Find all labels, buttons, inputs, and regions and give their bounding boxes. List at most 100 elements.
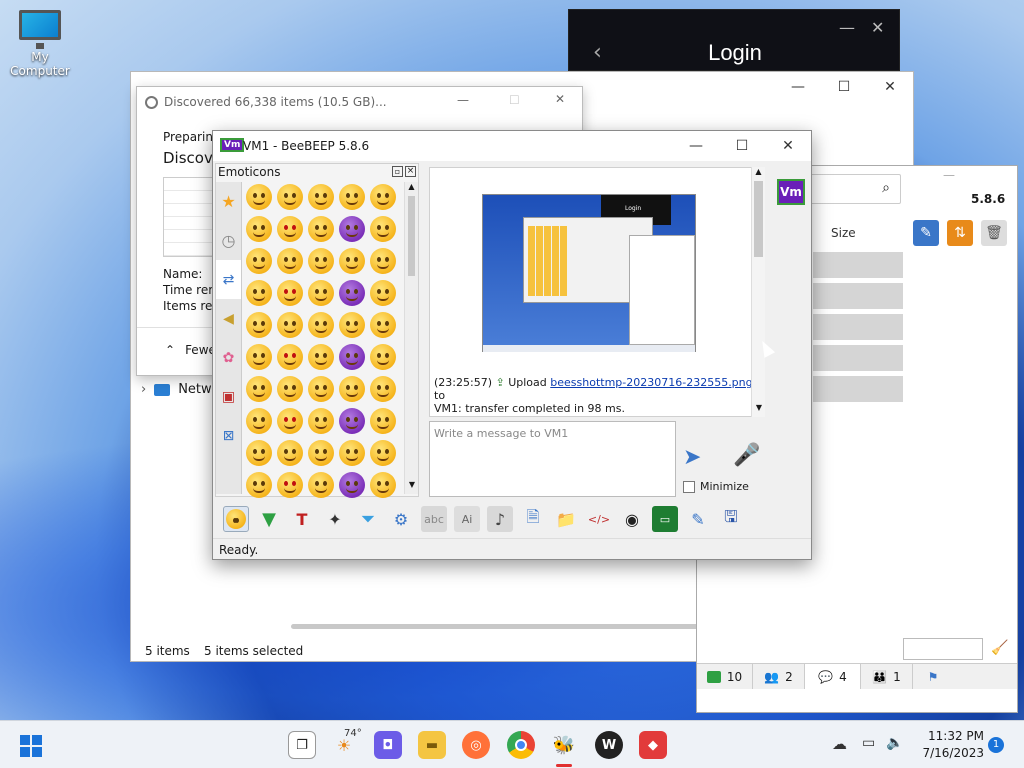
- emoticon-item[interactable]: [339, 472, 365, 498]
- emoticon-item[interactable]: [246, 312, 272, 338]
- clock[interactable]: 11:32 PM 7/16/2023: [920, 729, 984, 760]
- emoticon-item[interactable]: [370, 216, 396, 242]
- emoticon-item[interactable]: [277, 344, 303, 370]
- download-icon[interactable]: ▼: [256, 506, 282, 532]
- emoticon-item[interactable]: [308, 376, 334, 402]
- board-icon[interactable]: ▭: [652, 506, 678, 532]
- list-item[interactable]: [813, 252, 903, 278]
- emoticon-item[interactable]: [246, 248, 272, 274]
- start-button[interactable]: [20, 735, 42, 757]
- message-input[interactable]: Write a message to VM1: [429, 421, 676, 497]
- send-file-icon[interactable]: 🗎: [520, 506, 546, 532]
- emoticon-item[interactable]: [308, 440, 334, 466]
- emoticon-item[interactable]: [370, 344, 396, 370]
- emoticon-item[interactable]: [370, 408, 396, 434]
- emoticon-item[interactable]: [308, 472, 334, 498]
- network-status-icon[interactable]: ☁: [832, 735, 847, 753]
- emoticon-item[interactable]: [339, 248, 365, 274]
- spellcheck-icon[interactable]: abc: [421, 506, 447, 532]
- emoticon-item[interactable]: [246, 376, 272, 402]
- close-button[interactable]: ✕: [867, 72, 913, 102]
- emoticon-item[interactable]: [370, 440, 396, 466]
- send-icon[interactable]: ➤: [683, 445, 717, 473]
- emoticon-item[interactable]: [339, 440, 365, 466]
- save-icon[interactable]: 🖫: [718, 506, 744, 532]
- send-folder-icon[interactable]: 📁: [553, 506, 579, 532]
- microphone-icon[interactable]: 🎤: [733, 443, 760, 473]
- close-panel-button[interactable]: ×: [405, 166, 416, 177]
- objects-category-icon[interactable]: ◀: [216, 299, 241, 338]
- emoticon-item[interactable]: [308, 344, 334, 370]
- search-icon[interactable]: ⌕: [882, 180, 890, 196]
- minimize-button[interactable]: —: [943, 168, 955, 182]
- emoticon-item[interactable]: [246, 440, 272, 466]
- clear-icon[interactable]: 🧹: [991, 640, 1008, 656]
- file-link[interactable]: beesshottmp-20230716-232555.png: [550, 376, 752, 389]
- symbols-category-icon[interactable]: ⊠: [216, 416, 241, 455]
- teams-icon[interactable]: ◘: [374, 731, 402, 759]
- firefox-icon[interactable]: ◎: [462, 731, 490, 759]
- emoticon-item[interactable]: [246, 472, 272, 498]
- color-wand-icon[interactable]: ✦: [322, 506, 348, 532]
- minimize-button[interactable]: —: [673, 131, 719, 161]
- nav-network[interactable]: › Netw: [141, 382, 212, 397]
- emoticon-item[interactable]: [370, 376, 396, 402]
- emoticon-scrollbar[interactable]: ▲ ▼: [404, 182, 418, 494]
- emoticon-item[interactable]: [277, 472, 303, 498]
- task-view-icon[interactable]: ❐: [288, 731, 316, 759]
- emoticon-item[interactable]: [339, 376, 365, 402]
- emoticon-item[interactable]: [308, 312, 334, 338]
- emoticon-item[interactable]: [277, 312, 303, 338]
- code-icon[interactable]: </>: [586, 506, 612, 532]
- tab-users[interactable]: 👥 2: [753, 664, 805, 689]
- emoticon-item[interactable]: [277, 184, 303, 210]
- emoticon-item[interactable]: [339, 312, 365, 338]
- minimize-button[interactable]: —: [839, 18, 855, 37]
- filter-input[interactable]: [903, 638, 983, 660]
- emoticon-item[interactable]: [246, 344, 272, 370]
- tab-groups[interactable]: 👪 1: [861, 664, 913, 689]
- tools-icon[interactable]: ✎: [913, 220, 939, 246]
- nature-category-icon[interactable]: ✿: [216, 338, 241, 377]
- checkbox-box[interactable]: [683, 480, 695, 493]
- filter-icon[interactable]: ⏷: [355, 506, 381, 532]
- emoticon-item[interactable]: [370, 184, 396, 210]
- maximize-button[interactable]: ☐: [821, 72, 867, 102]
- emoticon-item[interactable]: [339, 408, 365, 434]
- volume-icon[interactable]: 🔈: [886, 735, 903, 751]
- emoticon-item[interactable]: [370, 312, 396, 338]
- beebeep-icon[interactable]: 🐝: [550, 731, 578, 759]
- emoticon-item[interactable]: [277, 408, 303, 434]
- music-note-icon[interactable]: ♪: [487, 506, 513, 532]
- emoticon-item[interactable]: [246, 216, 272, 242]
- minimize-checkbox[interactable]: Minimize: [683, 480, 749, 493]
- list-item[interactable]: [813, 314, 903, 340]
- anydesk-icon[interactable]: ◆: [639, 731, 667, 759]
- ai-icon[interactable]: Ai: [454, 506, 480, 532]
- app-w-icon[interactable]: W: [595, 731, 623, 759]
- float-panel-button[interactable]: ▫: [392, 166, 403, 177]
- emoticons-toggle-button[interactable]: [223, 506, 249, 532]
- file-explorer-icon[interactable]: ▬: [418, 731, 446, 759]
- star-icon[interactable]: ★: [216, 182, 241, 221]
- close-button[interactable]: ✕: [871, 18, 884, 37]
- screenshot-icon[interactable]: ◉: [619, 506, 645, 532]
- emoticon-item[interactable]: [370, 248, 396, 274]
- maximize-button[interactable]: ☐: [509, 93, 520, 107]
- emoticon-item[interactable]: [277, 440, 303, 466]
- font-icon[interactable]: T: [289, 506, 315, 532]
- notification-badge[interactable]: 1: [988, 737, 1004, 753]
- list-item[interactable]: [813, 376, 903, 402]
- tab-shares[interactable]: ⚑: [913, 664, 953, 689]
- desktop-icon-my-computer[interactable]: My Computer: [4, 10, 76, 78]
- size-header[interactable]: Size: [831, 226, 856, 240]
- emoticon-item[interactable]: [277, 248, 303, 274]
- emoticon-item[interactable]: [308, 216, 334, 242]
- chat-log-scrollbar[interactable]: ▲ ▼: [751, 167, 765, 417]
- emoticon-item[interactable]: [246, 408, 272, 434]
- trash-icon[interactable]: 🗑: [981, 220, 1007, 246]
- emoticon-item[interactable]: [308, 408, 334, 434]
- transfer-icon[interactable]: ⇅: [947, 220, 973, 246]
- minimize-button[interactable]: —: [775, 72, 821, 102]
- emoticon-item[interactable]: [370, 280, 396, 306]
